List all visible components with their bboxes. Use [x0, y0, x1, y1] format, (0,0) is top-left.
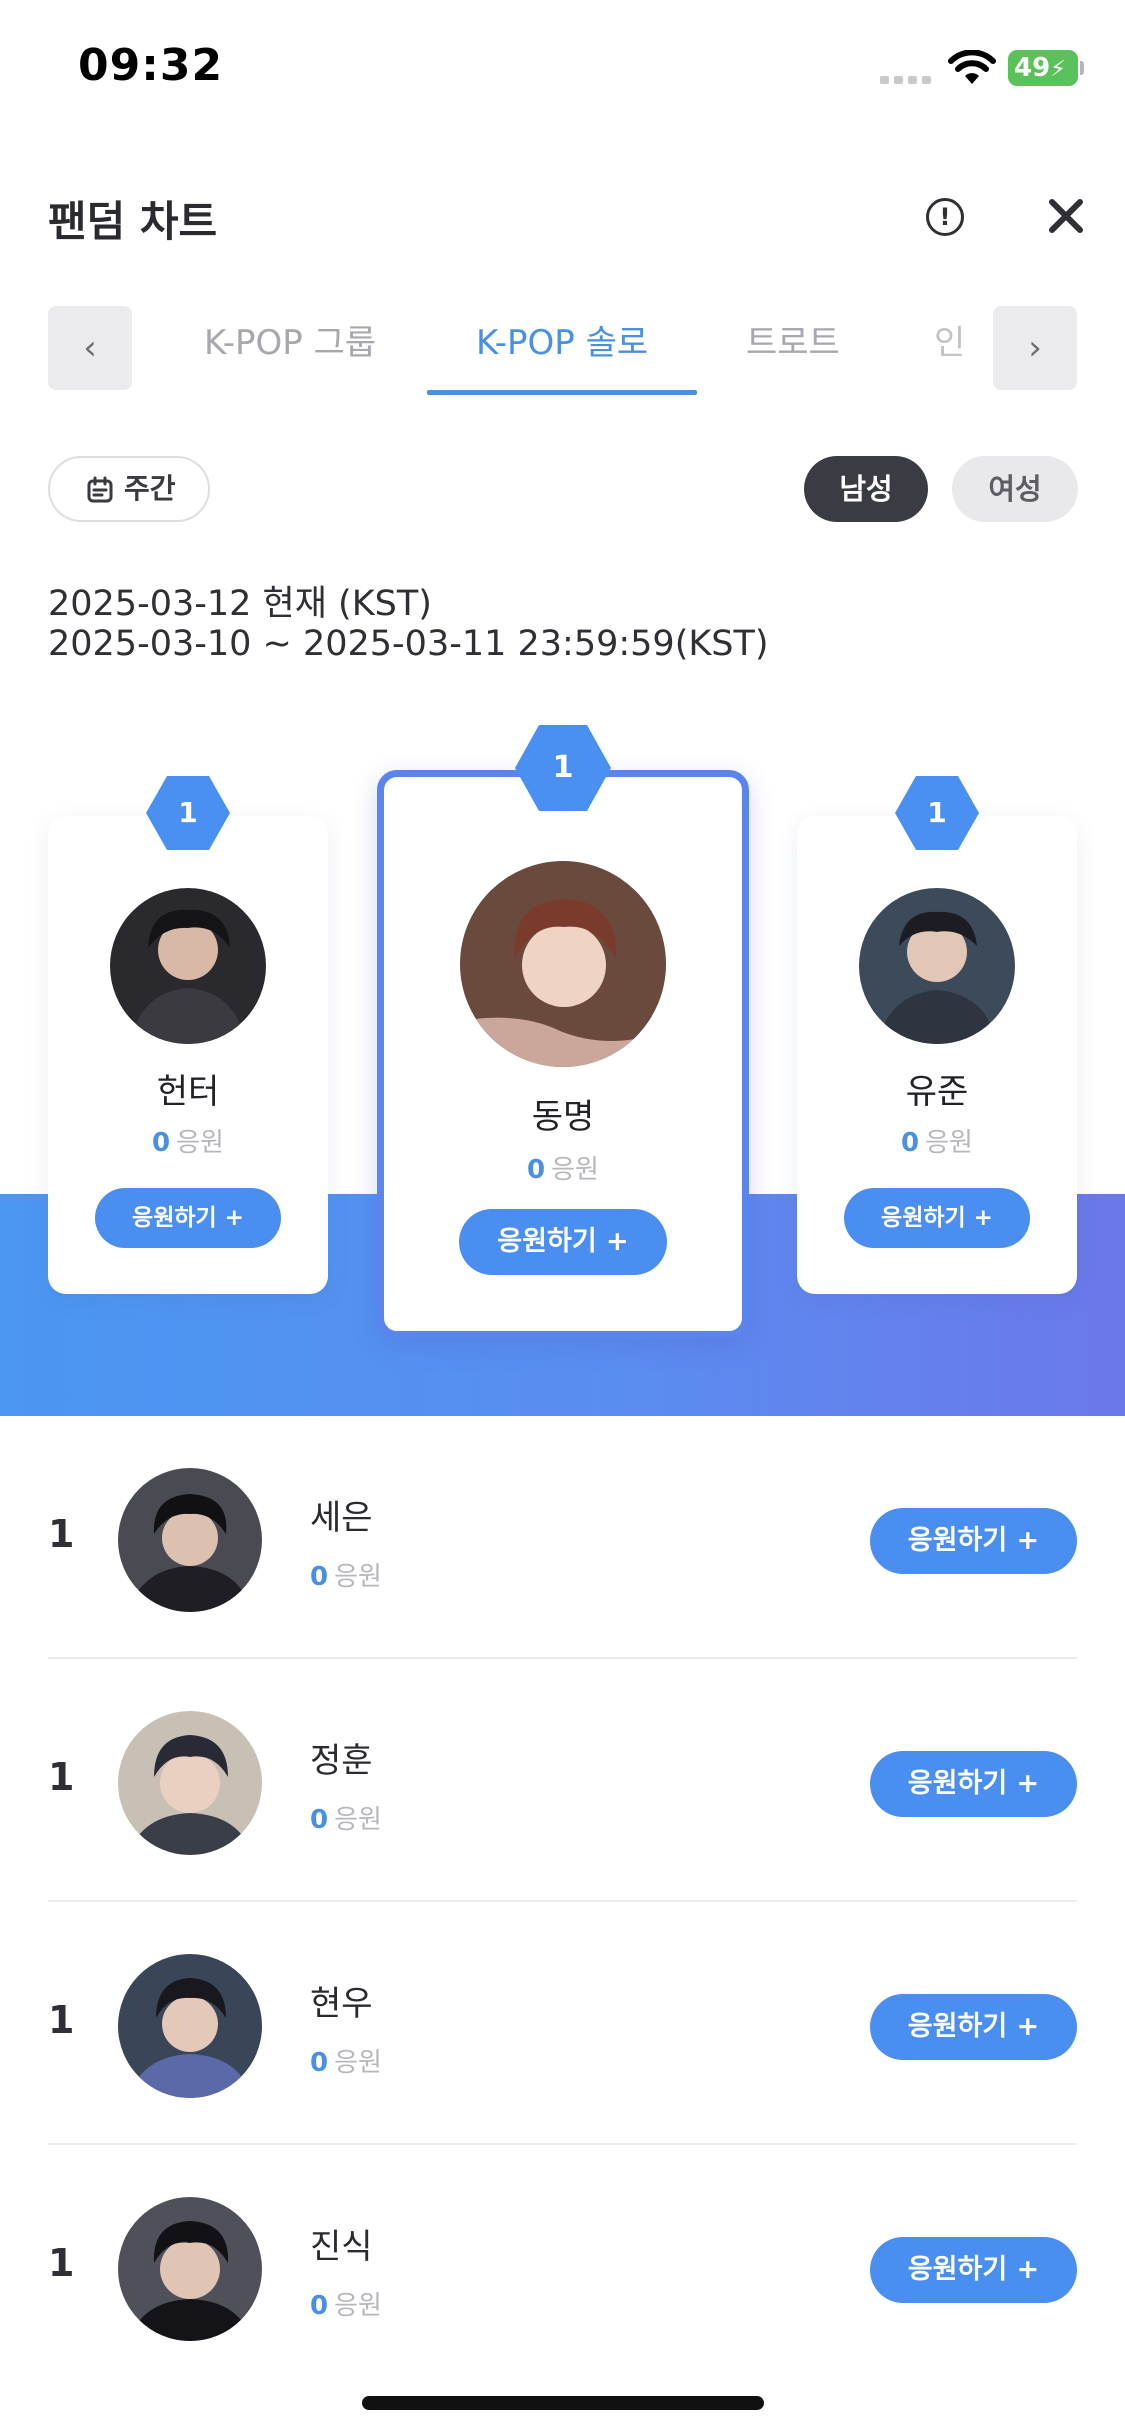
cheer-button[interactable]: 응원하기 + [870, 1994, 1077, 2060]
cheer-button[interactable]: 응원하기 + [95, 1188, 281, 1248]
battery-charging-icon: 49⚡ [1008, 50, 1078, 86]
vote-count: 0 [310, 2291, 329, 2321]
tab-kpop-group[interactable]: K-POP 그룹 [204, 318, 376, 378]
tab-trot[interactable]: 트로트 [746, 318, 840, 378]
list-item: 1 세은 0 응원 응원하기 + [48, 1416, 1077, 1659]
info-icon[interactable]: ! [926, 198, 964, 236]
rank-number: 1 [48, 2241, 75, 2285]
rank-number: 1 [48, 1512, 75, 1556]
podium-name: 헌터 [156, 1072, 220, 1112]
podium-name: 동명 [531, 1097, 595, 1137]
list-item: 1 정훈 0 응원 응원하기 + [48, 1659, 1077, 1902]
podium-votes: 0 응원 [384, 1149, 742, 1186]
vote-unit: 응원 [551, 1155, 599, 1185]
page-title: 팬덤 차트 [48, 197, 218, 246]
wifi-icon [948, 50, 996, 84]
vote-count: 0 [310, 1562, 329, 1592]
podium-card-center: 동명 0 응원 응원하기 + [377, 770, 749, 1338]
artist-votes: 0 응원 [310, 2042, 382, 2079]
vote-unit: 응원 [334, 2291, 382, 2321]
vote-unit: 응원 [334, 2048, 382, 2078]
podium-votes: 0 응원 [48, 1122, 328, 1159]
vote-unit: 응원 [925, 1128, 973, 1158]
rank-number: 1 [48, 1998, 75, 2042]
vote-unit: 응원 [334, 1562, 382, 1592]
artist-name: 현우 [310, 1984, 373, 2024]
podium-votes: 0 응원 [797, 1122, 1077, 1159]
vote-unit: 응원 [334, 1805, 382, 1835]
tab-next-button[interactable]: › [993, 306, 1077, 390]
vote-count: 0 [310, 1805, 329, 1835]
avatar [118, 2197, 262, 2341]
current-date: 2025-03-12 현재 (KST) [48, 584, 432, 624]
avatar [110, 888, 266, 1044]
battery-level: 49 [1014, 53, 1051, 83]
date-range: 2025-03-10 ~ 2025-03-11 23:59:59(KST) [48, 624, 769, 664]
vote-count: 0 [901, 1128, 920, 1158]
avatar [118, 1711, 262, 1855]
avatar [118, 1468, 262, 1612]
avatar [460, 861, 666, 1067]
gender-female-button[interactable]: 여성 [952, 456, 1078, 522]
podium-name: 유준 [905, 1072, 969, 1112]
artist-votes: 0 응원 [310, 2285, 382, 2322]
artist-votes: 0 응원 [310, 1556, 382, 1593]
period-label: 주간 [124, 472, 176, 505]
vote-count: 0 [152, 1128, 171, 1158]
cheer-button[interactable]: 응원하기 + [459, 1209, 667, 1275]
cheer-button[interactable]: 응원하기 + [870, 2237, 1077, 2303]
tab-prev-button[interactable]: ‹ [48, 306, 132, 390]
period-filter-button[interactable]: 주간 [48, 456, 210, 522]
list-item: 1 진식 0 응원 응원하기 + [48, 2145, 1077, 2388]
avatar [859, 888, 1015, 1044]
cheer-button[interactable]: 응원하기 + [870, 1508, 1077, 1574]
gender-male-button[interactable]: 남성 [804, 456, 928, 522]
vote-count: 0 [527, 1155, 546, 1185]
tab-kpop-solo[interactable]: K-POP 솔로 [476, 318, 648, 378]
list-item: 1 현우 0 응원 응원하기 + [48, 1902, 1077, 2145]
artist-name: 세은 [310, 1498, 373, 1538]
battery-cap [1080, 61, 1084, 75]
rank-number: 1 [48, 1755, 75, 1799]
signal-icon [880, 76, 932, 84]
vote-unit: 응원 [176, 1128, 224, 1158]
artist-votes: 0 응원 [310, 1799, 382, 1836]
artist-name: 진식 [310, 2227, 373, 2267]
cheer-button[interactable]: 응원하기 + [844, 1188, 1030, 1248]
podium-card-left: 헌터 0 응원 응원하기 + [48, 816, 328, 1294]
close-icon[interactable] [1044, 194, 1088, 238]
cheer-button[interactable]: 응원하기 + [870, 1751, 1077, 1817]
active-tab-indicator [427, 390, 697, 395]
info-glyph: ! [939, 203, 951, 231]
tab-next-category[interactable]: 인 [934, 318, 984, 378]
vote-count: 0 [310, 2048, 329, 2078]
avatar [118, 1954, 262, 2098]
artist-name: 정훈 [310, 1741, 373, 1781]
calendar-icon [87, 476, 113, 503]
podium-card-right: 유준 0 응원 응원하기 + [797, 816, 1077, 1294]
status-time: 09:32 [78, 40, 224, 91]
home-indicator[interactable] [362, 2396, 764, 2410]
